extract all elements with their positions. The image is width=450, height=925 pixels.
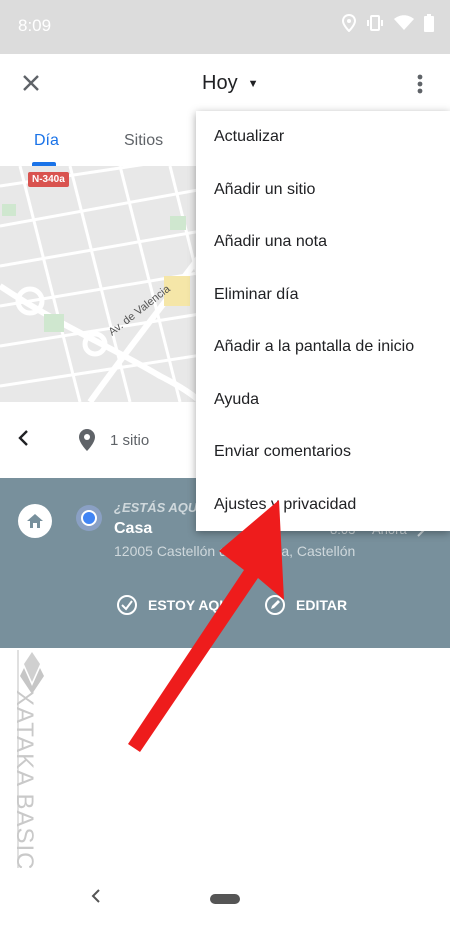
watermark-text: XATAKA BASICS — [11, 690, 38, 888]
place-pin-icon — [78, 428, 96, 457]
confirm-here-button[interactable]: ESTOY AQUÍ — [116, 594, 233, 616]
wifi-icon — [394, 15, 414, 36]
card-place-name: Casa — [114, 520, 153, 537]
card-question: ¿ESTÁS AQUÍ — [114, 500, 201, 515]
timeline-empty-area — [0, 648, 450, 868]
previous-day-button[interactable] — [16, 429, 30, 452]
edit-label: EDITAR — [296, 597, 348, 613]
more-vert-icon — [417, 74, 423, 94]
status-time: 8:09 — [18, 16, 52, 35]
system-nav-bar — [0, 868, 450, 925]
menu-item-add-note[interactable]: Añadir una nota — [214, 233, 327, 251]
battery-icon — [424, 14, 434, 37]
check-circle-icon — [117, 595, 137, 615]
menu-item-help[interactable]: Ayuda — [214, 391, 259, 409]
date-dropdown[interactable]: Hoy ▼ — [202, 72, 258, 95]
app-bar: Hoy ▼ — [0, 54, 450, 114]
close-icon — [23, 75, 39, 91]
vibrate-icon — [366, 14, 384, 37]
system-home-button[interactable] — [210, 894, 240, 904]
tab-day[interactable]: Día — [34, 132, 59, 150]
menu-item-actualizar[interactable]: Actualizar — [214, 128, 284, 146]
menu-item-feedback[interactable]: Enviar comentarios — [214, 443, 351, 461]
status-bar: 8:09 — [0, 0, 450, 54]
current-location-dot — [76, 505, 102, 531]
menu-item-settings-privacy[interactable]: Ajustes y privacidad — [214, 496, 356, 514]
location-icon — [341, 13, 357, 37]
menu-item-delete-day[interactable]: Eliminar día — [214, 286, 298, 304]
edit-button[interactable]: EDITAR — [264, 594, 347, 616]
card-address: 12005 Castellón de la Plana, Castellón — [114, 543, 356, 559]
road-badge: N-340a — [28, 172, 69, 187]
system-back-button[interactable] — [90, 888, 102, 909]
home-badge — [18, 504, 52, 538]
chevron-left-icon — [18, 430, 28, 446]
status-icons — [341, 13, 434, 37]
site-count: 1 sitio — [110, 432, 150, 449]
caret-down-icon: ▼ — [247, 77, 259, 90]
menu-item-add-place[interactable]: Añadir un sitio — [214, 181, 315, 199]
home-icon — [27, 514, 43, 528]
more-options-button[interactable] — [408, 68, 432, 100]
confirm-here-label: ESTOY AQUÍ — [148, 597, 234, 613]
edit-icon — [265, 595, 285, 615]
overflow-menu: Actualizar Añadir un sitio Añadir una no… — [196, 111, 450, 531]
menu-item-add-homescreen[interactable]: Añadir a la pantalla de inicio — [214, 338, 414, 356]
tab-sites[interactable]: Sitios — [124, 132, 163, 150]
back-icon — [91, 889, 100, 903]
page-title: Hoy — [202, 72, 238, 94]
close-button[interactable] — [14, 66, 48, 100]
